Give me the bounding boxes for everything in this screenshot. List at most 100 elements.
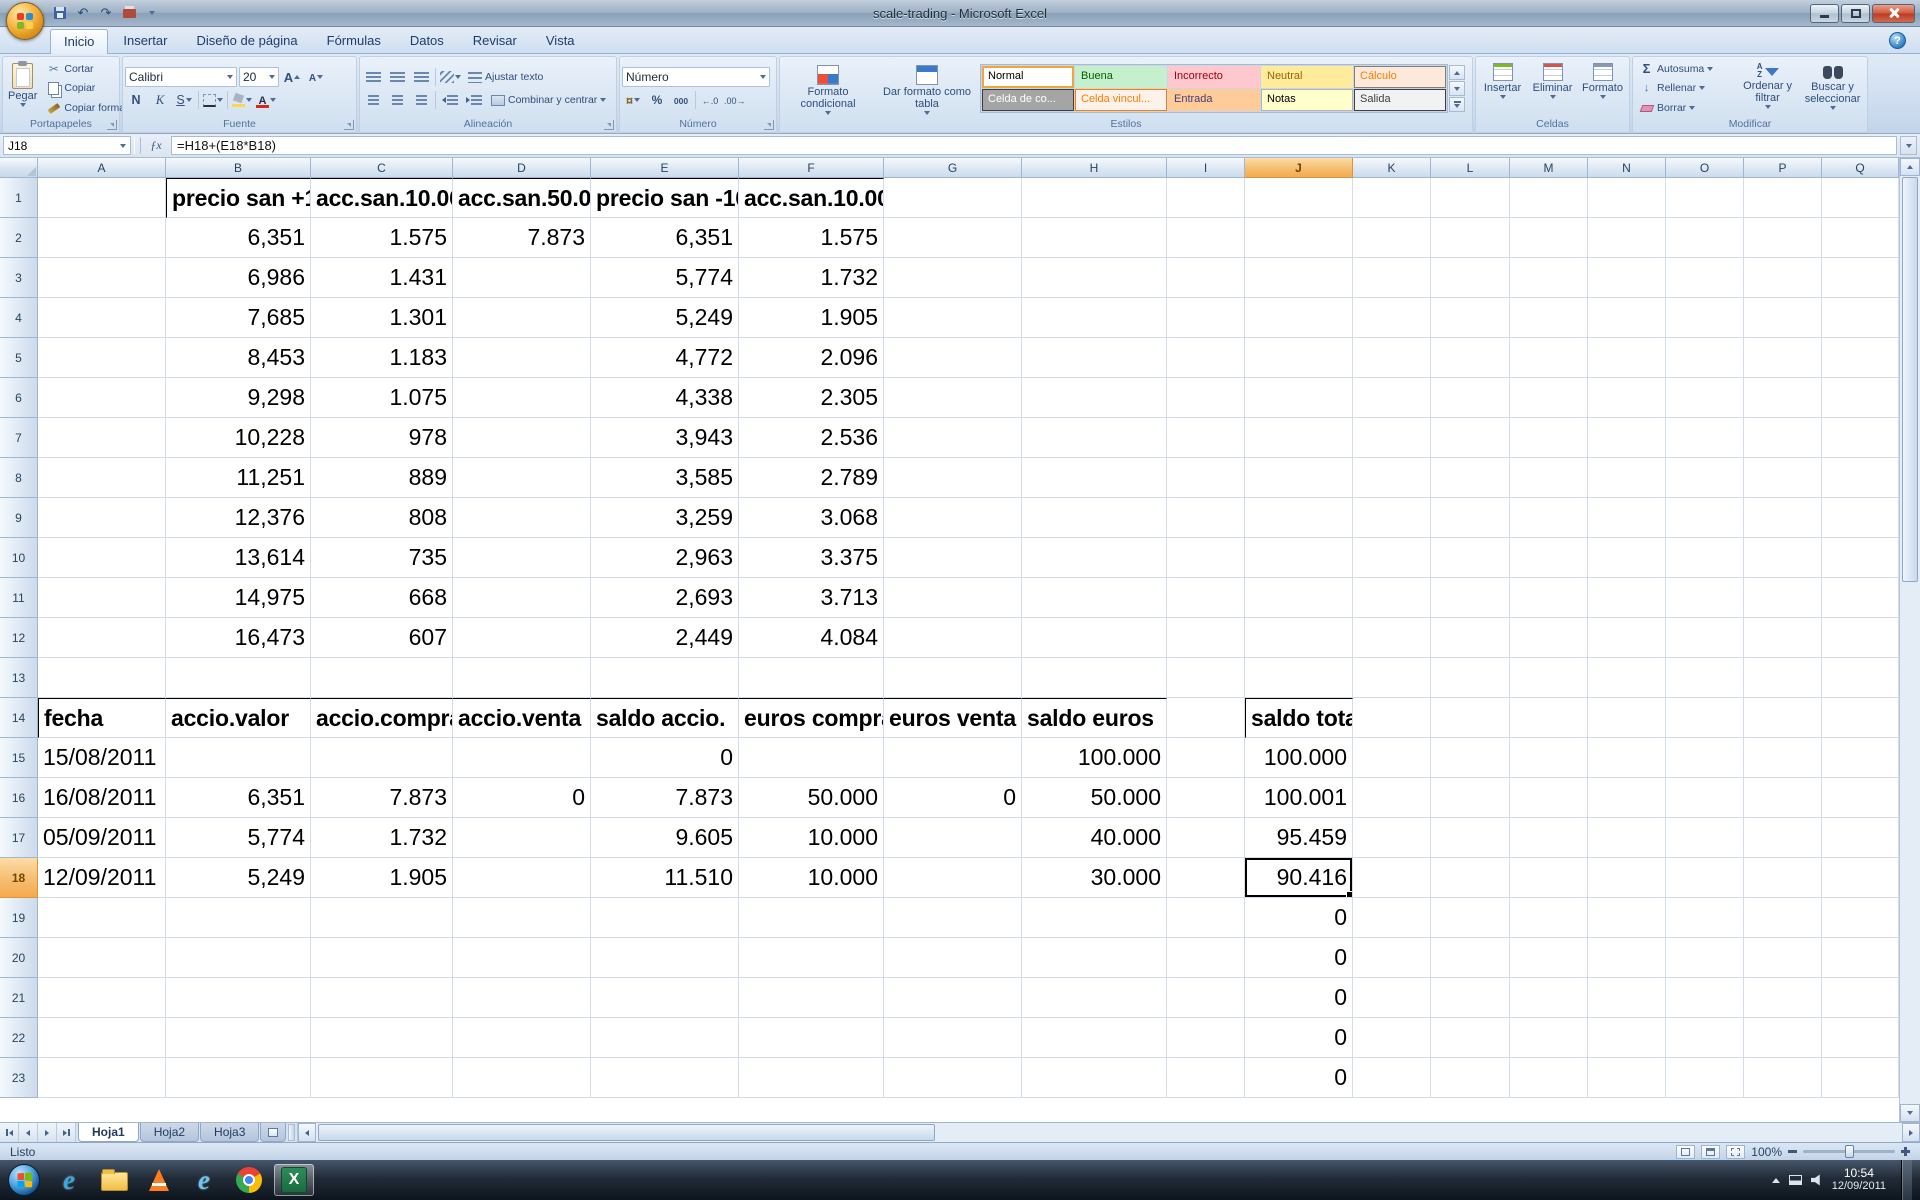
cell-A6[interactable]	[38, 378, 166, 418]
cell-M7[interactable]	[1510, 418, 1588, 458]
cell-O2[interactable]	[1666, 218, 1744, 258]
cell-A23[interactable]	[38, 1058, 166, 1098]
cell-D17[interactable]	[453, 818, 591, 858]
cell-P17[interactable]	[1744, 818, 1822, 858]
cell-I13[interactable]	[1167, 658, 1245, 698]
cell-J18[interactable]: 90.416	[1245, 858, 1353, 898]
cell-M8[interactable]	[1510, 458, 1588, 498]
cell-I20[interactable]	[1167, 938, 1245, 978]
cell-L16[interactable]	[1431, 778, 1510, 818]
row-header-9[interactable]: 9	[0, 498, 38, 538]
cell-J12[interactable]	[1245, 618, 1353, 658]
cell-L15[interactable]	[1431, 738, 1510, 778]
cell-I2[interactable]	[1167, 218, 1245, 258]
cell-P12[interactable]	[1744, 618, 1822, 658]
fuente-dialog-launcher-icon[interactable]	[344, 120, 354, 130]
cell-B3[interactable]: 6,986	[166, 258, 311, 298]
cell-E14[interactable]: saldo accio.	[591, 698, 739, 738]
ribbon-tab-vista[interactable]: Vista	[532, 28, 589, 53]
cell-E17[interactable]: 9.605	[591, 818, 739, 858]
cell-M23[interactable]	[1510, 1058, 1588, 1098]
insert-sheet-tab[interactable]	[260, 1123, 286, 1142]
cell-F16[interactable]: 50.000	[739, 778, 884, 818]
cell-I12[interactable]	[1167, 618, 1245, 658]
cell-H18[interactable]: 30.000	[1022, 858, 1167, 898]
column-header-I[interactable]: I	[1167, 158, 1245, 178]
minimize-button[interactable]	[1810, 4, 1839, 23]
cell-L2[interactable]	[1431, 218, 1510, 258]
cell-E19[interactable]	[591, 898, 739, 938]
cell-O16[interactable]	[1666, 778, 1744, 818]
cell-J20[interactable]: 0	[1245, 938, 1353, 978]
cell-J8[interactable]	[1245, 458, 1353, 498]
cell-O1[interactable]	[1666, 178, 1744, 218]
cell-G9[interactable]	[884, 498, 1022, 538]
font-name-select[interactable]: Calibri	[125, 67, 237, 87]
format-cells-button[interactable]: Formato	[1579, 59, 1627, 118]
cell-A5[interactable]	[38, 338, 166, 378]
cell-P6[interactable]	[1744, 378, 1822, 418]
cell-H19[interactable]	[1022, 898, 1167, 938]
cell-B9[interactable]: 12,376	[166, 498, 311, 538]
cell-C14[interactable]: accio.compra	[311, 698, 453, 738]
row-header-3[interactable]: 3	[0, 258, 38, 298]
cell-B17[interactable]: 5,774	[166, 818, 311, 858]
tab-split-handle[interactable]	[288, 1124, 295, 1141]
cell-G5[interactable]	[884, 338, 1022, 378]
cell-L6[interactable]	[1431, 378, 1510, 418]
cell-Q9[interactable]	[1822, 498, 1899, 538]
cell-B22[interactable]	[166, 1018, 311, 1058]
cell-C9[interactable]: 808	[311, 498, 453, 538]
cell-N2[interactable]	[1588, 218, 1666, 258]
cell-H17[interactable]: 40.000	[1022, 818, 1167, 858]
cell-A14[interactable]: fecha	[38, 698, 166, 738]
cell-N22[interactable]	[1588, 1018, 1666, 1058]
cell-O11[interactable]	[1666, 578, 1744, 618]
cell-L22[interactable]	[1431, 1018, 1510, 1058]
cell-J23[interactable]: 0	[1245, 1058, 1353, 1098]
cell-G23[interactable]	[884, 1058, 1022, 1098]
cell-C17[interactable]: 1.732	[311, 818, 453, 858]
cell-L18[interactable]	[1431, 858, 1510, 898]
cell-L8[interactable]	[1431, 458, 1510, 498]
scroll-left-button[interactable]	[298, 1123, 316, 1142]
cell-E15[interactable]: 0	[591, 738, 739, 778]
cell-K4[interactable]	[1353, 298, 1431, 338]
cell-B1[interactable]: precio san +10%	[166, 178, 311, 218]
cell-C16[interactable]: 7.873	[311, 778, 453, 818]
cell-P9[interactable]	[1744, 498, 1822, 538]
cell-O23[interactable]	[1666, 1058, 1744, 1098]
cell-K3[interactable]	[1353, 258, 1431, 298]
cell-D2[interactable]: 7.873	[453, 218, 591, 258]
cell-D12[interactable]	[453, 618, 591, 658]
column-header-J[interactable]: J	[1245, 158, 1353, 178]
ribbon-tab-revisar[interactable]: Revisar	[459, 28, 531, 53]
office-button[interactable]	[6, 2, 44, 40]
cell-O13[interactable]	[1666, 658, 1744, 698]
cell-O7[interactable]	[1666, 418, 1744, 458]
cell-N18[interactable]	[1588, 858, 1666, 898]
cell-M10[interactable]	[1510, 538, 1588, 578]
cell-I4[interactable]	[1167, 298, 1245, 338]
cell-M1[interactable]	[1510, 178, 1588, 218]
cell-C22[interactable]	[311, 1018, 453, 1058]
cell-M12[interactable]	[1510, 618, 1588, 658]
cell-N17[interactable]	[1588, 818, 1666, 858]
cell-F11[interactable]: 3.713	[739, 578, 884, 618]
cell-H22[interactable]	[1022, 1018, 1167, 1058]
cell-L4[interactable]	[1431, 298, 1510, 338]
cell-H16[interactable]: 50.000	[1022, 778, 1167, 818]
ribbon-tab-insertar[interactable]: Insertar	[109, 28, 181, 53]
normal-view-button[interactable]	[1676, 1145, 1695, 1159]
sort-filter-button[interactable]: Ordenar y filtrar	[1737, 59, 1798, 118]
cell-E22[interactable]	[591, 1018, 739, 1058]
cell-style-notas[interactable]: Notas	[1261, 89, 1353, 111]
undo-button[interactable]: ↶	[73, 4, 93, 22]
cell-D1[interactable]: acc.san.50.000	[453, 178, 591, 218]
cell-K20[interactable]	[1353, 938, 1431, 978]
cell-L23[interactable]	[1431, 1058, 1510, 1098]
cell-B11[interactable]: 14,975	[166, 578, 311, 618]
cell-L14[interactable]	[1431, 698, 1510, 738]
cell-L10[interactable]	[1431, 538, 1510, 578]
row-header-12[interactable]: 12	[0, 618, 38, 658]
